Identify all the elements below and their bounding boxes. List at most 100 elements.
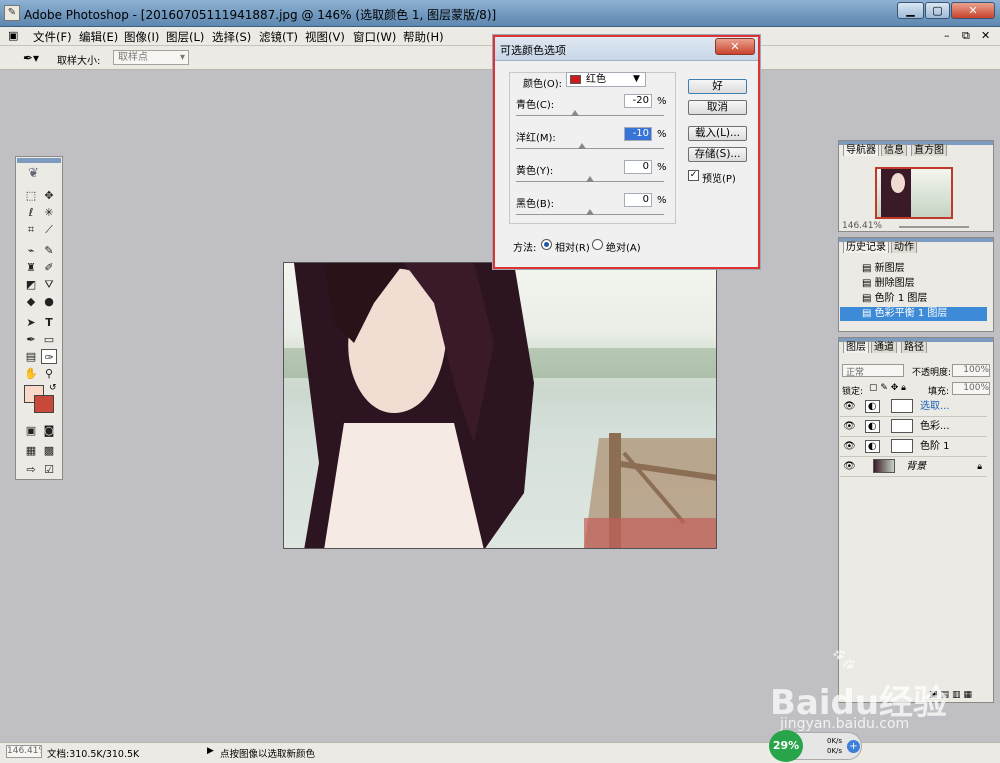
magic-wand-icon[interactable]: ✳ [41, 205, 57, 220]
blur-tool-icon[interactable]: ◆ [23, 294, 39, 309]
save-button[interactable]: 存储(S)... [688, 147, 747, 162]
tab-history[interactable]: 历史记录 [843, 241, 889, 253]
eye-icon[interactable]: 👁︎ [843, 441, 856, 452]
rectangle-tool-icon[interactable]: ▭ [41, 332, 57, 347]
slice-tool-icon[interactable]: ⟋ [41, 222, 57, 237]
imageready-icon[interactable]: ☑ [41, 462, 57, 477]
navigator-zoom-slider[interactable] [899, 226, 969, 228]
lock-icons[interactable]: ▢ ✎ ✥ 🔒︎ [869, 383, 906, 393]
ok-button[interactable]: 好 [688, 79, 747, 94]
menu-select[interactable]: 选择(S) [212, 29, 251, 45]
sample-size-select[interactable]: 取样点 ▾ [113, 50, 189, 65]
blend-mode-select[interactable]: 正常 [842, 364, 904, 378]
history-item[interactable]: ▤ 删除图层 [840, 277, 987, 291]
background-color-swatch[interactable] [34, 395, 54, 413]
layer-row-levels[interactable]: 👁︎ ◐ 色阶 1 [840, 438, 987, 457]
navigator-zoom[interactable]: 146.41% [842, 221, 882, 231]
fill-input[interactable]: 100% [952, 382, 990, 395]
marquee-tool-icon[interactable]: ⬚ [23, 188, 39, 203]
pen-tool-icon[interactable]: ✒ [23, 332, 39, 347]
magenta-slider-thumb[interactable] [578, 143, 586, 149]
relative-radio[interactable] [541, 239, 552, 250]
tab-layers[interactable]: 图层 [843, 341, 869, 353]
cancel-button[interactable]: 取消 [688, 100, 747, 115]
dialog-close-button[interactable]: ✕ [715, 38, 755, 55]
doc-restore-icon[interactable]: ⧉ [962, 29, 970, 43]
absolute-radio[interactable] [592, 239, 603, 250]
background-thumbnail[interactable] [872, 459, 895, 473]
lasso-tool-icon[interactable]: ℓ [23, 205, 39, 220]
menu-image[interactable]: 图像(I) [124, 29, 159, 45]
load-button[interactable]: 载入(L)... [688, 126, 747, 141]
network-monitor[interactable]: 29% 0K/s 0K/s + [769, 730, 862, 762]
layer-mask-thumbnail[interactable] [890, 419, 913, 433]
magenta-slider-track[interactable] [516, 148, 664, 149]
tab-paths[interactable]: 路径 [901, 341, 927, 353]
document-canvas-image[interactable] [283, 262, 717, 549]
yellow-slider-thumb[interactable] [586, 176, 594, 182]
cyan-value-input[interactable]: -20 [624, 94, 652, 108]
yellow-value-input[interactable]: 0 [624, 160, 652, 174]
close-window-button[interactable]: ✕ [951, 2, 995, 19]
eraser-tool-icon[interactable]: ◩ [23, 277, 39, 292]
paint-bucket-icon[interactable]: ⛛ [41, 277, 57, 292]
tab-navigator[interactable]: 导航器 [843, 144, 879, 156]
eyedropper-tool-icon[interactable]: ✒▾ [23, 51, 39, 65]
standard-mode-icon[interactable]: ▣ [23, 423, 39, 438]
move-tool-icon[interactable]: ✥ [41, 188, 57, 203]
quickmask-mode-icon[interactable]: ◙ [41, 423, 57, 438]
maximize-button[interactable]: ▢ [925, 2, 950, 19]
fullscreen-mode-icon[interactable]: ▩ [41, 443, 57, 458]
opacity-input[interactable]: 100% [952, 364, 990, 377]
layer-row-selective-color[interactable]: 👁︎ ◐ 选取... [840, 398, 987, 417]
black-slider-thumb[interactable] [586, 209, 594, 215]
history-brush-icon[interactable]: ✐ [41, 260, 57, 275]
cyan-slider-thumb[interactable] [571, 110, 579, 116]
path-select-icon[interactable]: ➤ [23, 315, 39, 330]
clone-stamp-icon[interactable]: ♜ [23, 260, 39, 275]
history-item-selected[interactable]: ▤ 色彩平衡 1 图层 [840, 307, 987, 321]
zoom-tool-icon[interactable]: ⚲ [41, 366, 57, 381]
jump-to-imageready-icon[interactable]: ⇨ [23, 462, 39, 477]
healing-brush-icon[interactable]: ⌁ [23, 243, 39, 258]
tab-info[interactable]: 信息 [881, 144, 907, 156]
notes-tool-icon[interactable]: ▤ [23, 349, 39, 364]
doc-close-icon[interactable]: ✕ [981, 29, 990, 42]
minimize-button[interactable]: ▁ [897, 2, 924, 19]
magenta-value-input[interactable]: -10 [624, 127, 652, 141]
eyedropper-icon[interactable]: ✑ [41, 349, 57, 364]
menu-filter[interactable]: 滤镜(T) [259, 29, 298, 45]
crop-tool-icon[interactable]: ⌗ [23, 222, 39, 237]
eye-icon[interactable]: 👁︎ [843, 461, 856, 472]
preview-checkbox[interactable]: ✓ [688, 170, 699, 181]
layer-mask-thumbnail[interactable] [890, 399, 913, 413]
black-value-input[interactable]: 0 [624, 193, 652, 207]
layer-row-color-balance[interactable]: 👁︎ ◐ 色彩... [840, 418, 987, 437]
history-item[interactable]: ▤ 新图层 [840, 262, 987, 276]
layer-mask-thumbnail[interactable] [890, 439, 913, 453]
history-item[interactable]: ▤ 色阶 1 图层 [840, 292, 987, 306]
layer-row-background[interactable]: 👁︎ 背景 🔒︎ [840, 458, 987, 477]
eye-icon[interactable]: 👁︎ [843, 421, 856, 432]
menu-help[interactable]: 帮助(H) [403, 29, 444, 45]
swap-colors-icon[interactable]: ↺ [49, 383, 57, 393]
status-zoom[interactable]: 146.41% [6, 745, 42, 758]
type-tool-icon[interactable]: T [41, 315, 57, 330]
cyan-slider-track[interactable] [516, 115, 664, 116]
tab-histogram[interactable]: 直方图 [911, 144, 947, 156]
plus-icon[interactable]: + [847, 740, 860, 753]
doc-minimize-icon[interactable]: – [944, 29, 950, 42]
hand-tool-icon[interactable]: ✋ [23, 366, 39, 381]
tab-actions[interactable]: 动作 [891, 241, 917, 253]
menu-view[interactable]: 视图(V) [305, 29, 345, 45]
menu-layer[interactable]: 图层(L) [166, 29, 204, 45]
brush-tool-icon[interactable]: ✎ [41, 243, 57, 258]
eye-icon[interactable]: 👁︎ [843, 401, 856, 412]
navigator-thumbnail[interactable] [875, 167, 953, 219]
dodge-tool-icon[interactable]: ● [41, 294, 57, 309]
colors-select[interactable]: 红色 ▼ [566, 72, 646, 87]
menu-window[interactable]: 窗口(W) [353, 29, 396, 45]
menu-file[interactable]: 文件(F) [33, 29, 72, 45]
menu-edit[interactable]: 编辑(E) [79, 29, 118, 45]
tab-channels[interactable]: 通道 [871, 341, 897, 353]
